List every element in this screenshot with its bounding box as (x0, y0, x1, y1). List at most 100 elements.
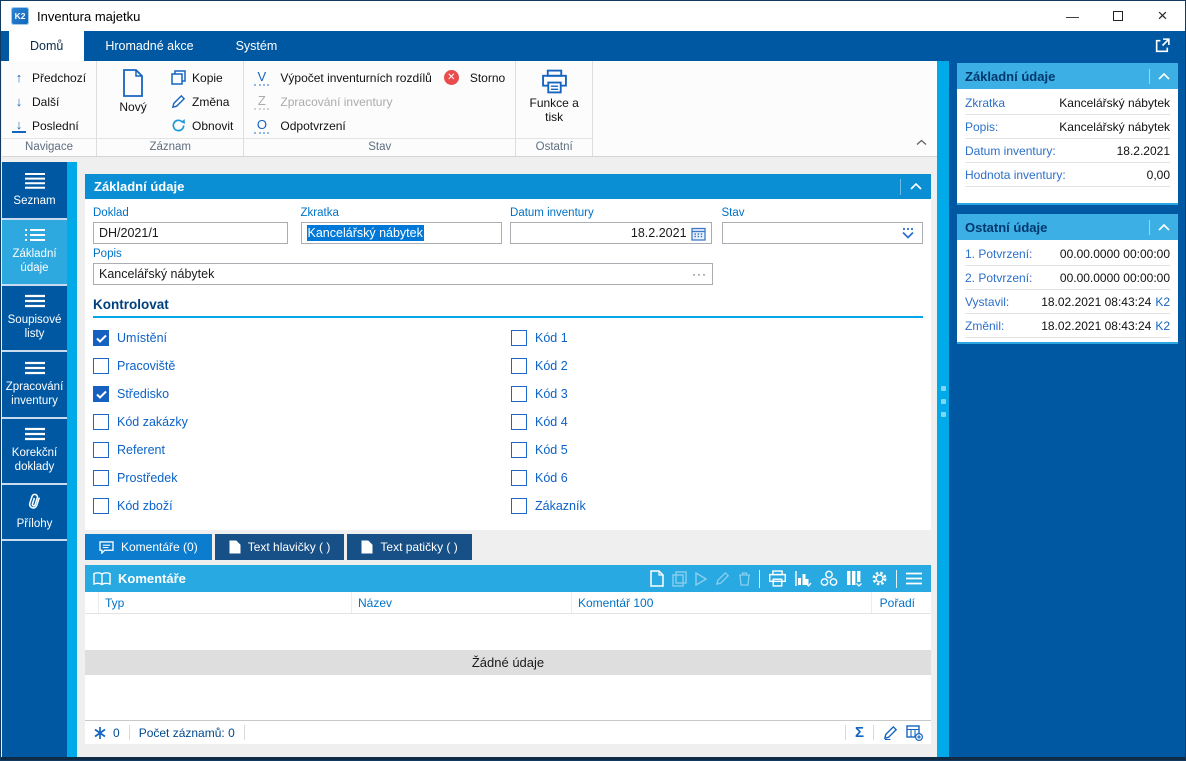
settings-icon[interactable] (871, 570, 888, 587)
checkbox-kod-zakazky[interactable]: Kód zakázky (93, 414, 511, 430)
next-button[interactable]: ↓ Další (12, 91, 86, 112)
tab-hromadne-akce[interactable]: Hromadné akce (84, 31, 214, 61)
olap-icon[interactable] (820, 570, 838, 587)
edit-button[interactable]: Změna (171, 91, 233, 112)
info-value: 18.02.2021 08:43:24 K2 (1041, 319, 1170, 333)
minimize-button[interactable]: — (1050, 1, 1095, 31)
grid-footer: 0 Počet záznamů: 0 Σ (85, 720, 931, 744)
new-button[interactable]: Nový (107, 67, 159, 136)
right-info-panel: Základní údaje Zkratka Kancelářský nábyte… (949, 61, 1185, 757)
panel-splitter[interactable] (937, 61, 949, 757)
collapse-panel-button[interactable] (1149, 68, 1170, 84)
info-panel-title: Ostatní údaje (965, 219, 1048, 235)
checkbox-label: Referent (117, 443, 165, 457)
app-window: K2 Inventura majetku — × Domů Hromadné a… (0, 0, 1186, 761)
sidebar-label: Základní údaje (12, 248, 57, 274)
checkbox-kod-3[interactable]: Kód 3 (511, 386, 586, 402)
sidebar-item-seznam[interactable]: Seznam (2, 162, 67, 220)
checkbox-prostredek[interactable]: Prostředek (93, 470, 511, 486)
edit-icon[interactable] (883, 725, 898, 740)
sum-icon[interactable]: Σ (855, 724, 864, 741)
checkbox-pracoviste[interactable]: Pracoviště (93, 358, 511, 374)
menu-icon[interactable] (905, 572, 923, 585)
collapse-panel-button[interactable] (1149, 219, 1170, 235)
sidebar-item-soupisove-listy[interactable]: Soupisové listy (2, 286, 67, 352)
info-panel-basic-header[interactable]: Základní údaje (957, 63, 1178, 89)
dots-dropdown-icon[interactable] (899, 227, 917, 240)
new-record-icon[interactable] (650, 570, 664, 587)
process-inventory-button[interactable]: Z Zpracování inventury (254, 91, 505, 112)
functions-print-button[interactable]: Funkce a tisk (526, 67, 582, 136)
tab-label: Text hlavičky ( ) (247, 540, 331, 554)
edit-icon[interactable] (715, 571, 730, 586)
ribbon-collapse-button[interactable] (916, 133, 927, 151)
checkbox-referent[interactable]: Referent (93, 442, 511, 458)
columns-icon[interactable] (846, 570, 863, 587)
checkbox-stredisko[interactable]: Středisko (93, 386, 511, 402)
sidebar-item-zakladni-udaje[interactable]: Základní údaje (2, 220, 67, 286)
open-external-button[interactable] (1154, 37, 1171, 59)
tab-system[interactable]: Systém (215, 31, 299, 61)
frozen-count: 0 (113, 725, 120, 740)
tab-domu[interactable]: Domů (9, 31, 85, 61)
tab-text-paticky[interactable]: Text patičky ( ) (347, 534, 472, 560)
grid-column-headers: Typ Název Komentář 100 Pořadí (85, 592, 931, 614)
chart-icon[interactable] (795, 570, 812, 587)
run-icon[interactable] (695, 571, 707, 586)
info-panel-basic: Základní údaje Zkratka Kancelářský nábyte… (957, 63, 1178, 205)
datum-input[interactable]: 18.2.2021 (510, 222, 712, 244)
delete-icon[interactable] (738, 571, 751, 586)
grid-body[interactable]: Žádné údaje (85, 614, 931, 720)
ribbon-group-zaznam: Nový Kopie Změna Obnovit Záznam (97, 61, 245, 156)
info-label: Popis: (965, 120, 999, 134)
sidebar-item-prilohy[interactable]: Přílohy (2, 485, 67, 541)
column-komentar[interactable]: Komentář 100 (572, 592, 872, 613)
last-button[interactable]: ↓ Poslední (12, 115, 86, 136)
checkbox-label: Kód 6 (535, 471, 568, 485)
checkbox-zakaznik[interactable]: Zákazník (511, 498, 586, 514)
info-panel-other-header[interactable]: Ostatní údaje (957, 214, 1178, 240)
checkbox-kod-5[interactable]: Kód 5 (511, 442, 586, 458)
stav-input[interactable] (721, 222, 924, 244)
previous-button[interactable]: ↑ Předchozí (12, 67, 86, 88)
field-popis: Popis Kancelářský nábytek ··· (93, 248, 713, 285)
popis-input[interactable]: Kancelářský nábytek ··· (93, 263, 713, 285)
checkbox-kod-zbozi[interactable]: Kód zboží (93, 498, 511, 514)
refresh-button[interactable]: Obnovit (171, 115, 233, 136)
open-external-icon (1155, 38, 1170, 53)
column-poradi[interactable]: Pořadí (872, 592, 931, 613)
splitter-handle[interactable] (940, 386, 946, 417)
checkbox-umisteni[interactable]: Umístění (93, 330, 511, 346)
checkbox-icon (511, 470, 527, 486)
arrow-up-icon: ↑ (15, 70, 23, 85)
maximize-button[interactable] (1095, 1, 1140, 31)
calendar-icon[interactable] (690, 226, 706, 241)
arrow-down-icon: ↓ (15, 94, 23, 109)
close-button[interactable]: × (1140, 1, 1185, 31)
unconfirm-button[interactable]: O Odpotvrzení (254, 115, 505, 136)
storno-button[interactable]: ✕ Storno (443, 67, 505, 88)
checkbox-kod-4[interactable]: Kód 4 (511, 414, 586, 430)
toolbar-separator (896, 569, 897, 588)
column-typ[interactable]: Typ (99, 592, 352, 613)
collapse-panel-button[interactable] (900, 178, 922, 195)
checkbox-kod-1[interactable]: Kód 1 (511, 330, 586, 346)
basic-data-panel-header[interactable]: Základní údaje (85, 174, 931, 199)
doklad-input[interactable]: DH/2021/1 (93, 222, 288, 244)
add-table-icon[interactable] (906, 724, 923, 741)
copy-button[interactable]: Kopie (171, 67, 233, 88)
info-label: Datum inventury: (965, 144, 1056, 158)
checkbox-kod-6[interactable]: Kód 6 (511, 470, 586, 486)
info-value: 18.2.2021 (1116, 144, 1170, 158)
column-nazev[interactable]: Název (352, 592, 572, 613)
more-button[interactable]: ··· (692, 267, 707, 281)
sidebar-item-korekcni-doklady[interactable]: Korekční doklady (2, 419, 67, 485)
tab-komentare[interactable]: Komentáře (0) (85, 534, 212, 560)
print-icon[interactable] (768, 570, 787, 587)
sidebar-item-zpracovani-inventury[interactable]: Zpracování inventury (2, 352, 67, 419)
checkbox-kod-2[interactable]: Kód 2 (511, 358, 586, 374)
inventory-differences-button[interactable]: V Výpočet inventurních rozdílů (254, 67, 432, 88)
copy-record-icon[interactable] (672, 570, 687, 587)
zkratka-input[interactable]: Kancelářský nábytek (300, 222, 503, 244)
tab-text-hlavicky[interactable]: Text hlavičky ( ) (214, 534, 345, 560)
